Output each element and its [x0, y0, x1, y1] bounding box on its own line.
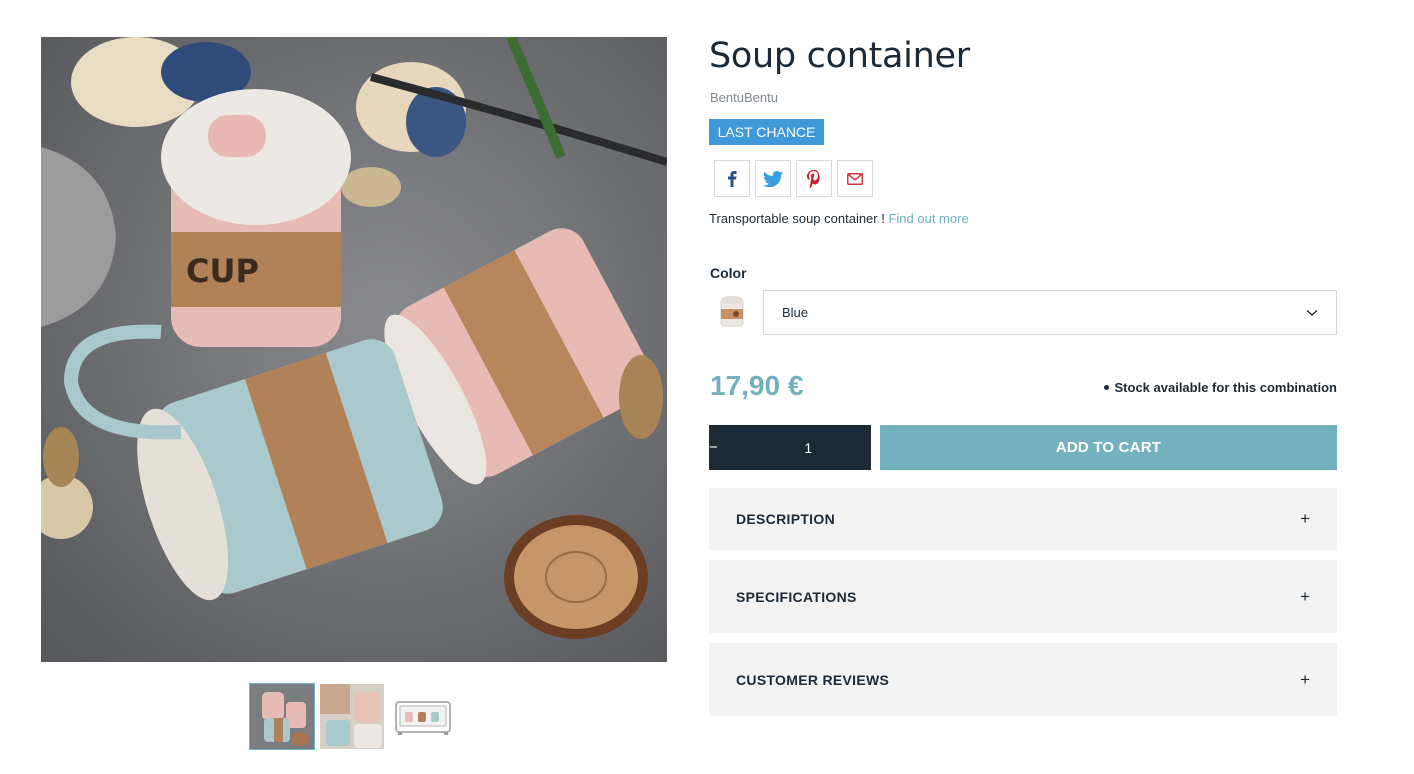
accordion-specifications[interactable]: SPECIFICATIONS +	[709, 560, 1337, 633]
social-share	[714, 160, 873, 197]
thumbnail-2[interactable]	[319, 683, 385, 750]
color-swatch-image[interactable]	[710, 290, 754, 334]
chevron-down-icon	[1306, 309, 1318, 316]
pinterest-icon	[807, 169, 820, 188]
svg-text:CUP: CUP	[186, 252, 259, 290]
color-select[interactable]: Blue	[763, 290, 1337, 335]
product-brand: BentuBentu	[710, 90, 778, 105]
quantity-stepper: − +	[709, 425, 908, 470]
plus-icon: +	[1300, 509, 1310, 528]
color-select-value: Blue	[782, 305, 809, 320]
stock-dot-icon	[1103, 385, 1109, 391]
accordion-specifications-title: SPECIFICATIONS	[736, 588, 857, 605]
color-label: Color	[710, 265, 747, 281]
email-icon	[847, 172, 863, 185]
share-twitter-button[interactable]	[755, 160, 791, 197]
stock-text: Stock available for this combination	[1114, 380, 1338, 395]
accordion-description[interactable]: DESCRIPTION +	[709, 488, 1337, 550]
quantity-input[interactable]	[717, 425, 899, 470]
product-title: Soup container	[709, 36, 970, 76]
thumbnail-1[interactable]	[249, 683, 315, 750]
thumbnail-image	[250, 684, 314, 749]
share-pinterest-button[interactable]	[796, 160, 832, 197]
stock-status: Stock available for this combination	[1103, 380, 1338, 395]
quantity-decrease-button[interactable]: −	[709, 425, 718, 470]
short-description: Transportable soup container ! Find out …	[709, 211, 969, 226]
thumbnail-image	[320, 684, 384, 749]
plus-icon: +	[1300, 586, 1310, 606]
accordion-description-title: DESCRIPTION	[736, 511, 835, 527]
twitter-icon	[763, 170, 783, 187]
share-email-button[interactable]	[837, 160, 873, 197]
product-photo: CUP	[41, 37, 667, 662]
share-facebook-button[interactable]	[714, 160, 750, 197]
add-to-cart-button[interactable]: ADD TO CART	[880, 425, 1337, 470]
plus-icon: +	[1300, 669, 1310, 689]
thumbnail-3[interactable]	[389, 683, 455, 750]
thumbnail-list	[249, 683, 455, 750]
product-price: 17,90 €	[710, 370, 804, 401]
facebook-icon	[728, 170, 737, 187]
accordion-reviews-title: CUSTOMER REVIEWS	[736, 671, 890, 688]
find-out-more-link[interactable]: Find out more	[888, 211, 968, 226]
thumbnail-image	[390, 684, 454, 749]
short-description-text: Transportable soup container !	[709, 211, 885, 226]
last-chance-badge: LAST CHANCE	[709, 119, 824, 145]
swatch-image	[710, 290, 754, 334]
accordion-customer-reviews[interactable]: CUSTOMER REVIEWS +	[709, 643, 1337, 716]
product-main-image[interactable]: CUP	[41, 37, 667, 662]
